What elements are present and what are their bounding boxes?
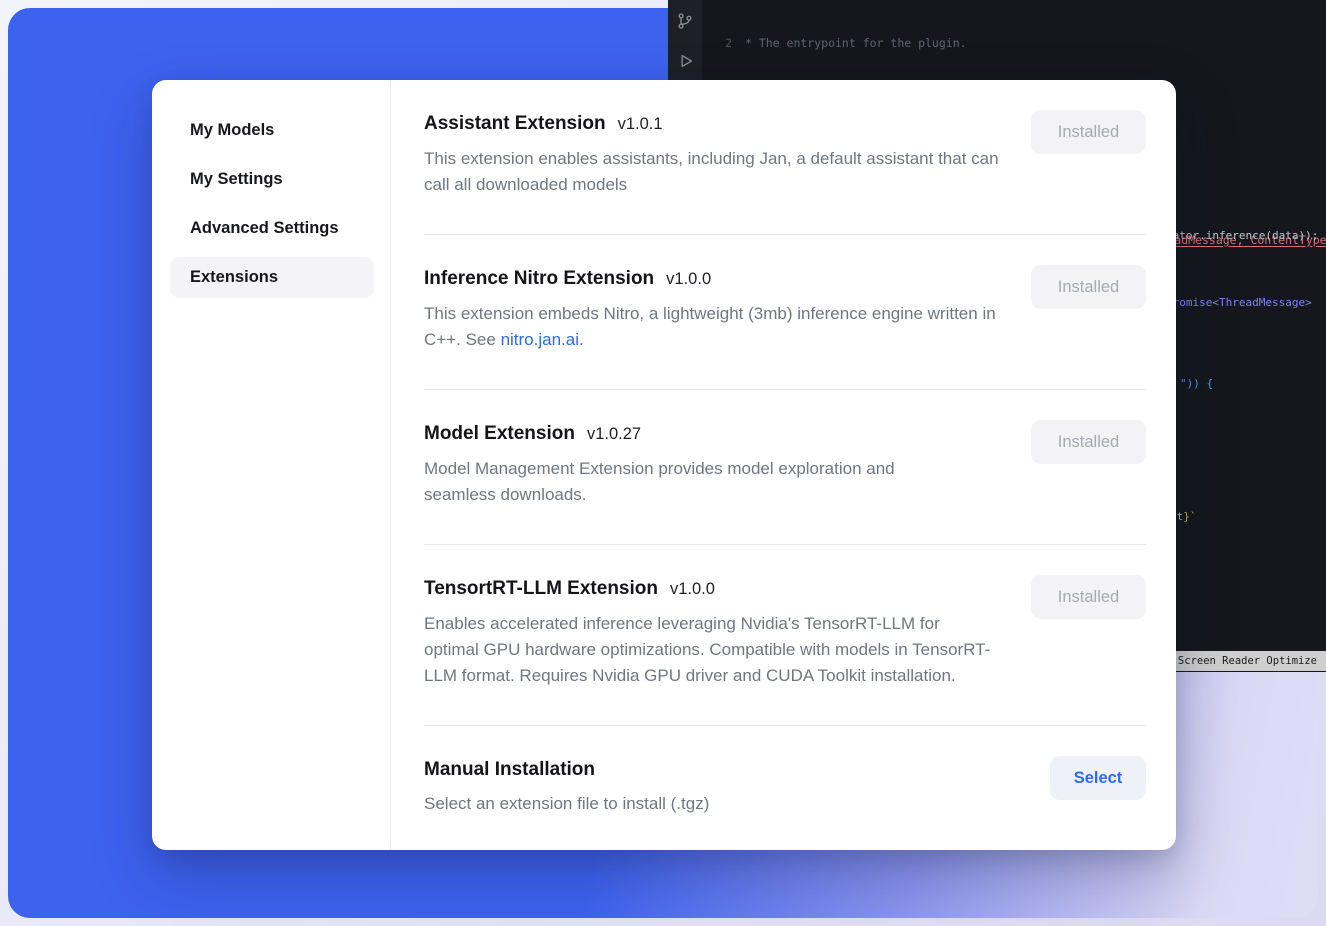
extension-version: v1.0.1 (618, 115, 663, 133)
manual-installation-info: Manual Installation Select an extension … (424, 756, 709, 817)
extension-name: Inference Nitro Extension (424, 268, 654, 289)
code-fragment: ")) { (1180, 377, 1213, 390)
run-debug-icon[interactable] (676, 52, 694, 70)
extension-description: Enables accelerated inference leveraging… (424, 611, 999, 689)
extension-name: TensortRT-LLM Extension (424, 578, 658, 599)
extension-title: Assistant Extension v1.0.1 (424, 110, 999, 138)
manual-installation-row: Manual Installation Select an extension … (424, 726, 1146, 833)
installed-button[interactable]: Installed (1031, 575, 1146, 619)
installed-button[interactable]: Installed (1031, 265, 1146, 309)
extension-info: TensortRT-LLM Extension v1.0.0 Enables ac… (424, 575, 999, 689)
extension-version: v1.0.0 (666, 270, 711, 288)
code-line: 2* The entrypoint for the plugin. (702, 35, 1326, 51)
extension-info: Assistant Extension v1.0.1 This extension… (424, 110, 999, 198)
extension-title: Inference Nitro Extension v1.0.0 (424, 265, 999, 293)
extension-version: v1.0.27 (587, 425, 641, 443)
nitro-jan-ai-link[interactable]: nitro.jan.ai. (501, 330, 584, 349)
extension-description: Model Management Extension provides mode… (424, 456, 929, 508)
extension-row: TensortRT-LLM Extension v1.0.0 Enables ac… (424, 545, 1146, 726)
manual-installation-title: Manual Installation (424, 756, 709, 783)
select-file-button[interactable]: Select (1050, 756, 1146, 800)
manual-installation-description: Select an extension file to install (.tg… (424, 791, 709, 817)
extension-name: Assistant Extension (424, 113, 606, 134)
settings-modal: My Models My Settings Advanced Settings … (152, 80, 1176, 850)
sidebar-item-extensions[interactable]: Extensions (170, 257, 374, 298)
installed-button[interactable]: Installed (1031, 420, 1146, 464)
extensions-panel: Assistant Extension v1.0.1 This extension… (391, 80, 1176, 850)
extension-row: Inference Nitro Extension v1.0.0 This ext… (424, 235, 1146, 390)
extension-version: v1.0.0 (670, 580, 715, 598)
extension-row: Assistant Extension v1.0.1 This extension… (424, 80, 1146, 235)
extension-info: Inference Nitro Extension v1.0.0 This ext… (424, 265, 999, 353)
code-fragment: Promise<ThreadMessage> (1166, 296, 1312, 309)
extension-info: Model Extension v1.0.27 Model Management … (424, 420, 929, 508)
line-number: 2 (702, 35, 732, 51)
extension-title: Model Extension v1.0.27 (424, 420, 929, 448)
settings-sidebar: My Models My Settings Advanced Settings … (152, 80, 391, 850)
code-fragment: rator.inference(data)); (1166, 229, 1318, 242)
sidebar-item-my-models[interactable]: My Models (170, 110, 374, 151)
screen-reader-status-item[interactable]: Screen Reader Optimize (1169, 651, 1326, 671)
extension-title: TensortRT-LLM Extension v1.0.0 (424, 575, 999, 603)
extension-description: This extension enables assistants, inclu… (424, 146, 999, 198)
sidebar-item-advanced-settings[interactable]: Advanced Settings (170, 208, 374, 249)
extension-name: Model Extension (424, 423, 575, 444)
extension-row: Model Extension v1.0.27 Model Management … (424, 390, 1146, 545)
source-control-icon[interactable] (676, 12, 694, 30)
desktop: 2* The entrypoint for the plugin. 3*/ 4 … (0, 0, 1326, 926)
sidebar-item-my-settings[interactable]: My Settings (170, 159, 374, 200)
extension-description: This extension embeds Nitro, a lightweig… (424, 301, 999, 353)
installed-button[interactable]: Installed (1031, 110, 1146, 154)
